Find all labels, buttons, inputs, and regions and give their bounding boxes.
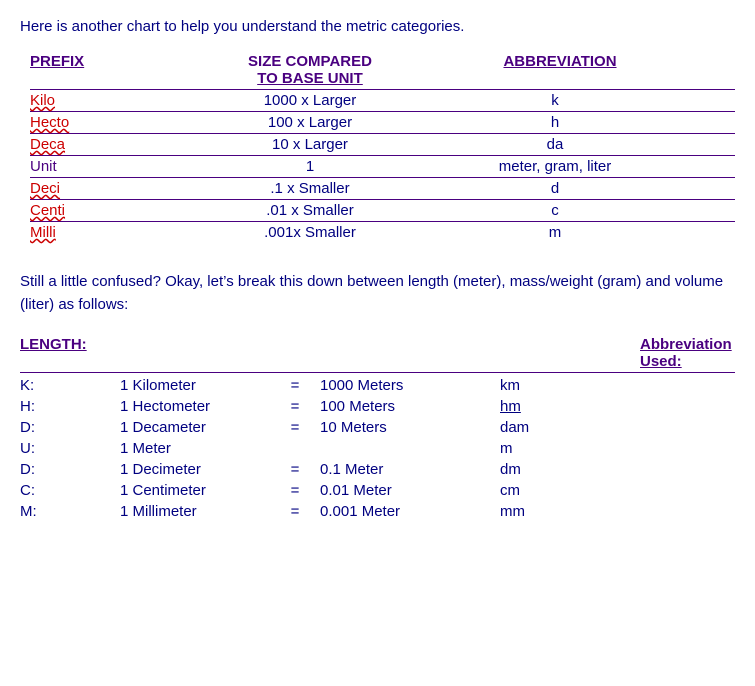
prefix-cell: Centi [30,202,190,219]
length-header-row: LENGTH: Abbreviation Used: [20,336,735,373]
length-prefix-cell: H: [20,398,120,415]
length-equals-cell: = [270,461,320,478]
size-cell: 1 [190,158,430,175]
length-name-cell: 1 Meter [120,440,270,457]
length-row: M:1 Millimeter=0.001 Metermm [20,501,735,522]
chart-header-row: PREFIX SIZE COMPARED TO BASE UNIT ABBREV… [30,53,735,87]
prefix-cell: Deci [30,180,190,197]
length-prefix-cell: K: [20,377,120,394]
length-equals-cell [270,440,320,457]
abbrev-cell: da [430,136,690,153]
length-row: C:1 Centimeter=0.01 Metercm [20,480,735,501]
length-value-cell: 100 Meters [320,398,480,415]
chart-row: Kilo1000 x Largerk [30,89,735,111]
intro-text: Here is another chart to help you unders… [20,18,735,35]
prefix-cell: Kilo [30,92,190,109]
length-row: H:1 Hectometer=100 Metershm [20,396,735,417]
size-cell: 1000 x Larger [190,92,430,109]
length-equals-cell: = [270,377,320,394]
length-abbrev-cell: hm [480,398,600,415]
length-name-cell: 1 Hectometer [120,398,270,415]
size-header: SIZE COMPARED TO BASE UNIT [190,53,430,87]
length-value-cell: 0.1 Meter [320,461,480,478]
prefix-header: PREFIX [30,53,190,87]
length-title: LENGTH: [20,336,300,370]
length-name-cell: 1 Decimeter [120,461,270,478]
chart-row: Deci.1 x Smallerd [30,177,735,199]
size-cell: .001x Smaller [190,224,430,241]
chart-row: Hecto100 x Largerh [30,111,735,133]
length-name-cell: 1 Kilometer [120,377,270,394]
length-name-cell: 1 Millimeter [120,503,270,520]
chart-row: Unit1meter, gram, liter [30,155,735,177]
prefix-cell: Milli [30,224,190,241]
length-prefix-cell: U: [20,440,120,457]
abbrev-cell: c [430,202,690,219]
size-header-line1: SIZE COMPARED [190,53,430,70]
size-cell: .01 x Smaller [190,202,430,219]
chart-row: Milli.001x Smallerm [30,221,735,243]
metric-chart: PREFIX SIZE COMPARED TO BASE UNIT ABBREV… [30,53,735,243]
prefix-cell: Deca [30,136,190,153]
chart-row: Centi.01 x Smallerc [30,199,735,221]
size-cell: 10 x Larger [190,136,430,153]
length-prefix-cell: D: [20,461,120,478]
length-prefix-cell: M: [20,503,120,520]
length-abbrev-cell: cm [480,482,600,499]
abbrev-cell: m [430,224,690,241]
abbrev-cell: meter, gram, liter [430,158,690,175]
abbrev-cell: d [430,180,690,197]
size-header-line2: TO BASE UNIT [190,70,430,87]
length-abbrev-cell: mm [480,503,600,520]
abbrev-cell: h [430,114,690,131]
length-prefix-cell: D: [20,419,120,436]
length-value-cell: 1000 Meters [320,377,480,394]
length-value-cell: 10 Meters [320,419,480,436]
length-rows: K:1 Kilometer=1000 MeterskmH:1 Hectomete… [20,375,735,522]
length-value-cell [320,440,480,457]
length-equals-cell: = [270,419,320,436]
abbreviation-header: ABBREVIATION [430,53,690,87]
length-abbrev-cell: dam [480,419,600,436]
length-equals-cell: = [270,503,320,520]
chart-row: Deca10 x Largerda [30,133,735,155]
length-abbrev-cell: m [480,440,600,457]
length-row: D:1 Decimeter=0.1 Meterdm [20,459,735,480]
length-row: U:1 Meter m [20,438,735,459]
length-value-cell: 0.01 Meter [320,482,480,499]
length-value-cell: 0.001 Meter [320,503,480,520]
length-name-cell: 1 Decameter [120,419,270,436]
length-row: D:1 Decameter=10 Metersdam [20,417,735,438]
prefix-cell: Hecto [30,114,190,131]
prefix-cell: Unit [30,158,190,175]
length-prefix-cell: C: [20,482,120,499]
length-equals-cell: = [270,398,320,415]
abbrev-used-title: Abbreviation Used: [640,336,755,370]
length-section: LENGTH: Abbreviation Used: K:1 Kilometer… [20,336,735,522]
length-abbrev-cell: dm [480,461,600,478]
abbrev-cell: k [430,92,690,109]
length-abbrev-cell: km [480,377,600,394]
middle-text: Still a little confused? Okay, let’s bre… [20,271,735,316]
length-name-cell: 1 Centimeter [120,482,270,499]
length-row: K:1 Kilometer=1000 Meterskm [20,375,735,396]
chart-rows: Kilo1000 x LargerkHecto100 x LargerhDeca… [30,89,735,243]
size-cell: .1 x Smaller [190,180,430,197]
length-equals-cell: = [270,482,320,499]
size-cell: 100 x Larger [190,114,430,131]
